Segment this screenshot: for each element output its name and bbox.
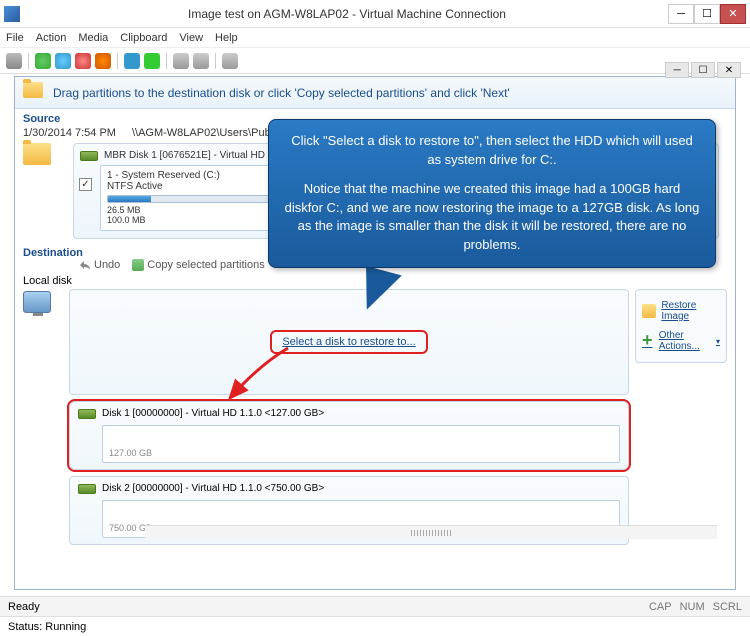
inner-statusbar: Ready CAP NUM SCRL [0,596,750,616]
source-partition-box[interactable]: ✓ 1 - System Reserved (C:) NTFS Active 2… [100,165,280,231]
vm-menubar: File Action Media Clipboard View Help [0,28,750,48]
menu-media[interactable]: Media [78,32,108,44]
disk-icon [78,484,96,494]
partition-name: 1 - System Reserved (C:) [107,170,273,181]
minimize-button[interactable]: ─ [668,4,694,24]
shutdown-icon[interactable] [75,53,91,69]
callout-p1: Click "Select a disk to restore to", the… [283,132,701,170]
copy-partitions-button[interactable]: Copy selected partitions [132,259,264,271]
disk-1-panel[interactable]: Disk 1 [00000000] - Virtual HD 1.1.0 <12… [69,401,629,470]
instruction-text: Drag partitions to the destination disk … [53,86,510,100]
disk-icon [78,409,96,419]
pause-icon[interactable] [124,53,140,69]
inner-close-button[interactable]: ✕ [717,62,741,78]
instruction-folder-icon [23,82,45,104]
vm-titlebar: Image test on AGM-W8LAP02 - Virtual Mach… [0,0,750,28]
vm-toolbar [0,48,750,74]
reset-icon[interactable] [144,53,160,69]
status-scrl: SCRL [713,601,742,613]
ctrl-alt-del-icon[interactable] [6,53,22,69]
menu-action[interactable]: Action [36,32,67,44]
checkpoint-icon[interactable] [173,53,189,69]
revert-icon[interactable] [193,53,209,69]
vm-window-title: Image test on AGM-W8LAP02 - Virtual Mach… [26,7,668,21]
inner-minimize-button[interactable]: ─ [665,62,689,78]
disk-2-label: Disk 2 [00000000] - Virtual HD 1.1.0 <75… [102,483,324,494]
undo-button[interactable]: Undo [79,259,120,271]
vm-app-icon [4,6,20,22]
maximize-button[interactable]: ☐ [694,4,720,24]
copy-icon [132,259,144,271]
splitter-handle[interactable] [145,525,717,539]
local-disk-icon [23,291,51,313]
menu-help[interactable]: Help [215,32,238,44]
enhanced-icon[interactable] [222,53,238,69]
plus-icon: + [642,333,654,349]
inner-maximize-button[interactable]: ☐ [691,62,715,78]
status-cap: CAP [649,601,672,613]
disk-1-size: 127.00 GB [109,448,152,458]
annotation-callout: Click "Select a disk to restore to", the… [268,119,716,268]
select-disk-panel: Select a disk to restore to... [69,289,629,395]
vm-statusbar: Status: Running [0,616,750,636]
annotation-arrow [218,346,298,406]
partition-fs: NTFS Active [107,181,273,192]
menu-view[interactable]: View [179,32,203,44]
restore-image-icon [642,304,656,318]
disk-icon [80,151,98,161]
disk-1-bar: 127.00 GB [102,425,620,463]
undo-icon [79,260,91,270]
side-actions-box: Restore Image + Other Actions... ▾ [635,289,727,363]
chevron-down-icon: ▾ [716,337,720,346]
vm-status-running: Status: Running [8,621,86,633]
start-icon[interactable] [35,53,51,69]
disk-1-label: Disk 1 [00000000] - Virtual HD 1.1.0 <12… [102,408,324,419]
turnoff-icon[interactable] [55,53,71,69]
partition-usage-bar [107,195,273,203]
status-num: NUM [680,601,705,613]
partition-checkbox[interactable]: ✓ [79,178,92,191]
restore-image-link[interactable]: Restore Image [642,296,720,326]
menu-file[interactable]: File [6,32,24,44]
instruction-header: Drag partitions to the destination disk … [15,77,735,109]
save-icon[interactable] [95,53,111,69]
menu-clipboard[interactable]: Clipboard [120,32,167,44]
callout-p2: Notice that the machine we created this … [283,180,701,255]
source-timestamp: 1/30/2014 7:54 PM [23,127,116,139]
status-ready: Ready [8,601,40,613]
source-folder-icon [23,143,59,239]
close-button[interactable]: ✕ [720,4,746,24]
partition-total: 100.0 MB [107,216,273,226]
other-actions-link[interactable]: + Other Actions... ▾ [642,326,720,356]
